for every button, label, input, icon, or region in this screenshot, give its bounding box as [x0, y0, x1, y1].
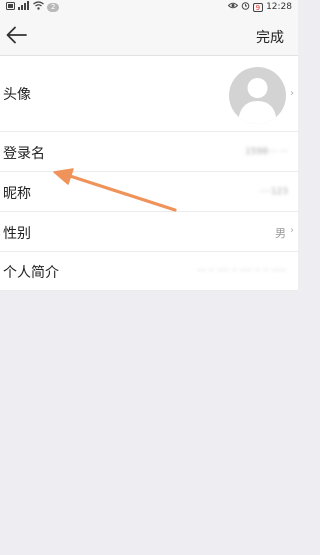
done-button[interactable]: 完成	[256, 27, 284, 47]
avatar-label: 头像	[3, 87, 31, 103]
chevron-right-icon: ›	[290, 225, 294, 236]
wifi-icon	[33, 1, 44, 13]
avatar-row[interactable]: 头像 ›	[0, 56, 298, 132]
gender-row[interactable]: 性别 男 ›	[0, 212, 298, 252]
header: 完成	[0, 14, 298, 56]
gender-value: 男	[275, 227, 286, 240]
username-row[interactable]: 登录名 1598··· ···	[0, 132, 298, 172]
status-right: 9 12:28	[227, 1, 292, 13]
battery-icon: 9	[252, 2, 264, 12]
chevron-right-icon: ›	[290, 88, 294, 99]
arrow-left-icon	[6, 26, 27, 44]
nickname-row[interactable]: 昵称 ····123	[0, 172, 298, 212]
profile-list: 头像 › 登录名 1598··· ··· 昵称 ····123 性别 男 › 个…	[0, 56, 298, 291]
default-avatar-icon[interactable]	[229, 67, 286, 124]
sim-icon	[6, 1, 15, 13]
eye-icon	[227, 2, 238, 12]
signal-icon	[18, 1, 30, 13]
alarm-icon	[241, 1, 250, 13]
back-button[interactable]	[4, 22, 30, 48]
username-label: 登录名	[3, 146, 45, 162]
battery-level: 9	[255, 3, 261, 12]
status-left: 2	[6, 1, 60, 13]
status-bar: 2 9 12:28	[0, 0, 298, 14]
nickname-label: 昵称	[3, 186, 31, 202]
gender-label: 性别	[3, 226, 31, 242]
username-value: 1598··· ···	[245, 147, 288, 157]
status-time: 12:28	[266, 2, 292, 12]
bio-row[interactable]: 个人简介 ··· ·· ···· ·· ···· ·· ·· ·····	[0, 252, 298, 291]
notification-count-badge: 2	[47, 2, 60, 12]
bio-value: ··· ·· ···· ·· ···· ·· ·· ·····	[197, 266, 286, 276]
nickname-value: ····123	[259, 187, 288, 197]
bio-label: 个人简介	[3, 265, 59, 281]
